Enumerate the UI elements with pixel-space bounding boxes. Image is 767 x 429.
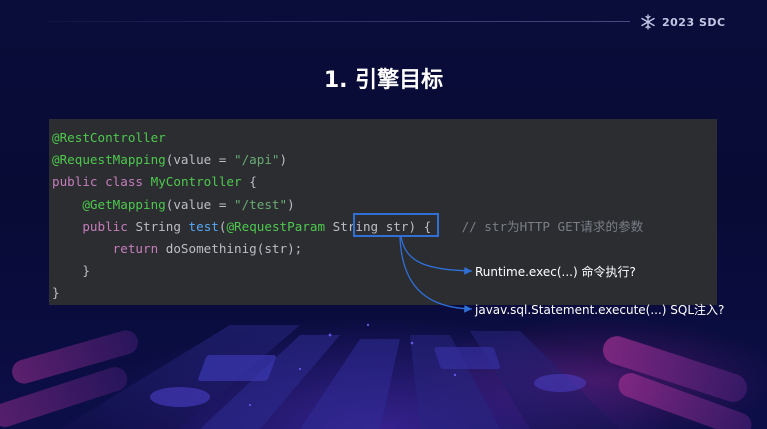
arrow-to-note-1 [400, 236, 473, 275]
annotation-command-exec: Runtime.exec(...) 命令执行? [475, 265, 636, 279]
arrow-to-note-2 [399, 236, 473, 313]
slide: 2023 SDC 1. 引擎目标 @RestController @Reques… [0, 0, 767, 429]
background-stage-illustration [0, 323, 752, 429]
